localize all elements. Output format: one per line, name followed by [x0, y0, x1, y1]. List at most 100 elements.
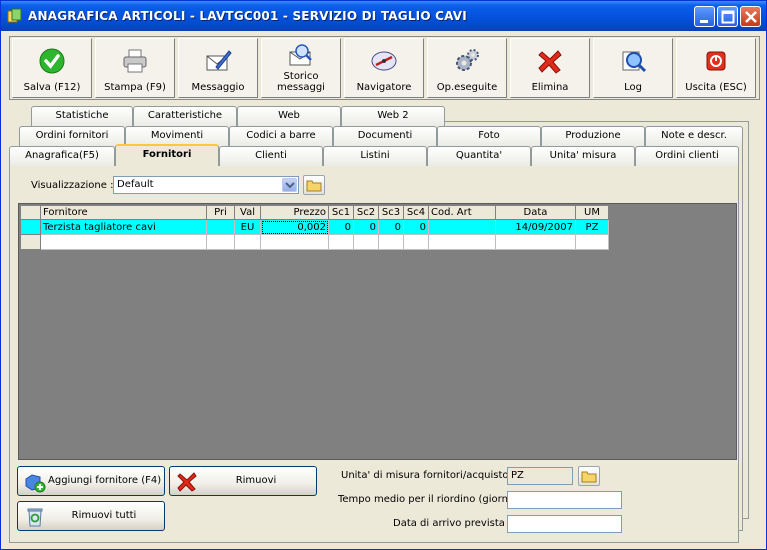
- cell-sc1[interactable]: 0: [328, 219, 354, 235]
- cell-fornitore[interactable]: Terzista tagliatore cavi: [40, 219, 207, 235]
- cell-prezzo[interactable]: 0,002: [260, 219, 329, 235]
- col-sc4[interactable]: Sc4: [403, 205, 429, 220]
- tab-unita-misura[interactable]: Unita' misura: [531, 146, 635, 166]
- chevron-down-icon[interactable]: [282, 178, 297, 192]
- message-button[interactable]: Messaggio: [178, 38, 258, 98]
- red-x-icon: [538, 50, 562, 74]
- cell-sc4[interactable]: 0: [403, 219, 429, 235]
- arrival-date-field[interactable]: [507, 515, 622, 533]
- tab-ordini-fornitori[interactable]: Ordini fornitori: [19, 126, 125, 146]
- row-header[interactable]: [20, 234, 41, 250]
- table-row[interactable]: Terzista tagliatore cavi EU 0,002 0 0 0 …: [20, 219, 609, 235]
- tab-anagrafica[interactable]: Anagrafica(F5): [9, 146, 115, 166]
- folder-icon: [306, 180, 322, 192]
- log-button[interactable]: Log: [593, 38, 673, 98]
- view-label: Visualizzazione :: [31, 180, 114, 191]
- check-icon: [39, 48, 65, 74]
- tab-caratteristiche[interactable]: Caratteristiche: [133, 106, 237, 126]
- cell-val[interactable]: EU: [234, 219, 261, 235]
- tab-foto[interactable]: Foto: [437, 126, 541, 146]
- cell-cod-art[interactable]: [428, 219, 496, 235]
- tab-codici-a-barre[interactable]: Codici a barre: [229, 126, 333, 146]
- delete-button[interactable]: Elimina: [510, 38, 590, 98]
- uom-field[interactable]: PZ: [507, 467, 573, 485]
- col-cod-art[interactable]: Cod. Art: [428, 205, 496, 220]
- tab-web-2[interactable]: Web 2: [341, 106, 445, 126]
- navigator-button[interactable]: Navigatore: [344, 38, 424, 98]
- printer-icon: [123, 49, 147, 73]
- empty-cell[interactable]: [40, 234, 207, 250]
- maximize-button[interactable]: [717, 6, 738, 27]
- print-button[interactable]: Stampa (F9): [95, 38, 175, 98]
- view-folder-button[interactable]: [303, 175, 325, 195]
- log-label: Log: [624, 82, 642, 93]
- table-row-empty[interactable]: [20, 234, 609, 250]
- empty-cell[interactable]: [234, 234, 261, 250]
- empty-cell[interactable]: [353, 234, 379, 250]
- delete-label: Elimina: [531, 82, 569, 93]
- col-sc3[interactable]: Sc3: [378, 205, 404, 220]
- empty-cell[interactable]: [378, 234, 404, 250]
- remove-label: Rimuovi: [235, 475, 277, 486]
- toolbar: Salva (F12) Stampa (F9) Messaggio Storic…: [9, 36, 760, 100]
- history-button[interactable]: Storico messaggi: [261, 38, 341, 98]
- view-select[interactable]: Default: [113, 176, 299, 194]
- remove-button[interactable]: Rimuovi: [169, 466, 317, 496]
- tab-listini[interactable]: Listini: [323, 146, 427, 166]
- col-sc1[interactable]: Sc1: [328, 205, 354, 220]
- empty-cell[interactable]: [495, 234, 576, 250]
- operations-button[interactable]: Op.eseguite: [427, 38, 507, 98]
- print-label: Stampa (F9): [104, 82, 166, 93]
- empty-cell[interactable]: [328, 234, 354, 250]
- row-header[interactable]: [20, 219, 41, 235]
- pen-envelope-icon: [206, 50, 232, 71]
- tab-statistiche[interactable]: Statistiche: [31, 106, 133, 126]
- tab-movimenti[interactable]: Movimenti: [125, 126, 229, 146]
- uom-folder-button[interactable]: [578, 466, 600, 486]
- empty-cell[interactable]: [403, 234, 429, 250]
- tab-note-e-descr[interactable]: Note e descr.: [645, 126, 743, 146]
- tab-clienti[interactable]: Clienti: [219, 146, 323, 166]
- empty-cell[interactable]: [575, 234, 609, 250]
- col-data[interactable]: Data: [495, 205, 576, 220]
- tab-fornitori[interactable]: Fornitori: [115, 144, 219, 166]
- cell-data[interactable]: 14/09/2007: [495, 219, 576, 235]
- col-val[interactable]: Val: [234, 205, 261, 220]
- cell-sc3[interactable]: 0: [378, 219, 404, 235]
- lead-time-field[interactable]: [507, 491, 622, 509]
- save-button[interactable]: Salva (F12): [12, 38, 92, 98]
- empty-cell[interactable]: [206, 234, 235, 250]
- close-button[interactable]: [740, 6, 761, 27]
- window-title: ANAGRAFICA ARTICOLI - LAVTGC001 - SERVIZ…: [28, 9, 467, 23]
- save-label: Salva (F12): [23, 82, 81, 93]
- remove-all-button[interactable]: Rimuovi tutti: [17, 501, 165, 531]
- exit-button[interactable]: Uscita (ESC): [676, 38, 756, 98]
- col-fornitore[interactable]: Fornitore: [40, 205, 207, 220]
- minimize-button[interactable]: [694, 6, 715, 27]
- tab-ordini-clienti[interactable]: Ordini clienti: [635, 146, 739, 166]
- empty-cell[interactable]: [260, 234, 329, 250]
- compass-icon: [371, 51, 397, 71]
- maximize-icon: [721, 10, 735, 24]
- red-x-icon: [177, 472, 197, 492]
- col-prezzo[interactable]: Prezzo: [260, 205, 329, 220]
- cell-sc2[interactable]: 0: [353, 219, 379, 235]
- add-supplier-button[interactable]: Aggiungi fornitore (F4): [17, 466, 165, 496]
- col-um[interactable]: UM: [575, 205, 609, 220]
- main-window: ANAGRAFICA ARTICOLI - LAVTGC001 - SERVIZ…: [0, 0, 767, 550]
- cell-um[interactable]: PZ: [575, 219, 609, 235]
- tab-quantita[interactable]: Quantita': [427, 146, 531, 166]
- empty-cell[interactable]: [428, 234, 496, 250]
- folder-icon: [581, 471, 597, 483]
- title-bar[interactable]: ANAGRAFICA ARTICOLI - LAVTGC001 - SERVIZ…: [1, 1, 766, 31]
- search-envelope-icon: [289, 44, 312, 66]
- cell-pri[interactable]: [206, 219, 235, 235]
- col-pri[interactable]: Pri: [206, 205, 235, 220]
- uom-label: Unita' di misura fornitori/acquisto :: [341, 470, 516, 481]
- tab-documenti[interactable]: Documenti: [333, 126, 437, 146]
- app-icon: [7, 8, 22, 23]
- message-label: Messaggio: [191, 82, 245, 93]
- tab-web[interactable]: Web: [237, 106, 341, 126]
- tab-produzione[interactable]: Produzione: [541, 126, 645, 146]
- col-sc2[interactable]: Sc2: [353, 205, 379, 220]
